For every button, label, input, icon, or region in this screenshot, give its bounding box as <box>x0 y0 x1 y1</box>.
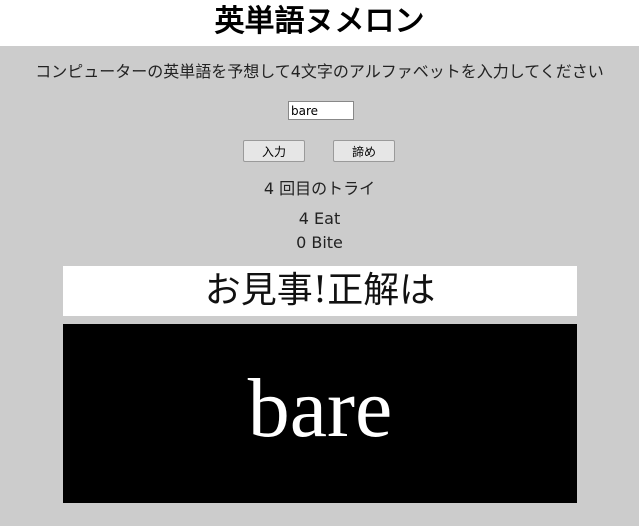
eat-count: 4 Eat <box>298 209 341 228</box>
enter-button[interactable]: 入力 <box>243 140 305 162</box>
answer-display: bare <box>63 324 577 503</box>
try-count: 4 回目のトライ <box>263 179 376 198</box>
congrats-banner: お見事!正解は <box>63 266 577 316</box>
page-header: 英単語ヌメロン <box>0 0 639 46</box>
guess-input[interactable] <box>288 101 354 120</box>
page-title: 英単語ヌメロン <box>214 4 425 39</box>
bite-count: 0 Bite <box>296 233 343 252</box>
instruction-text: コンピューターの英単語を予想して4文字のアルファベットを入力してください <box>35 62 604 81</box>
give-up-button[interactable]: 諦め <box>333 140 395 162</box>
